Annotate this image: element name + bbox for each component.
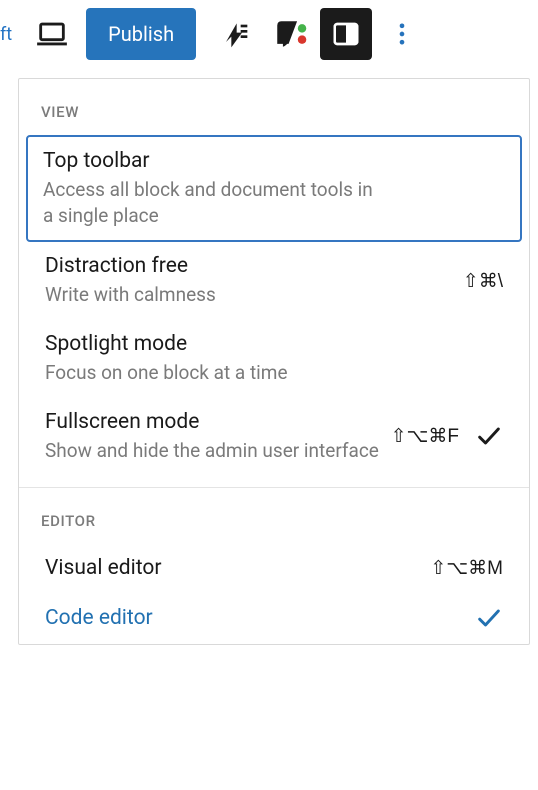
save-draft-link-fragment[interactable]: ft [0, 24, 22, 45]
menu-item-title: Distraction free [45, 254, 216, 278]
laptop-icon [35, 17, 69, 51]
menu-item-fullscreen-mode[interactable]: Fullscreen mode Show and hide the admin … [27, 398, 521, 476]
publish-button[interactable]: Publish [86, 8, 196, 60]
keyboard-shortcut: ⇧⌥⌘M [430, 557, 503, 580]
more-options-button[interactable] [376, 8, 428, 60]
settings-sidebar-toggle[interactable] [320, 8, 372, 60]
check-icon [475, 422, 503, 450]
menu-item-distraction-free[interactable]: Distraction free Write with calmness ⇧⌘\ [27, 242, 521, 320]
yoast-button[interactable] [264, 8, 316, 60]
menu-item-desc: Write with calmness [45, 282, 216, 308]
menu-item-spotlight-mode[interactable]: Spotlight mode Focus on one block at a t… [27, 320, 521, 398]
jetpack-icon [218, 18, 250, 50]
menu-item-code-editor[interactable]: Code editor [27, 592, 521, 644]
yoast-icon [273, 17, 307, 51]
editor-toolbar: ft Publish [0, 0, 538, 78]
preview-device-button[interactable] [26, 8, 78, 60]
sidebar-icon [331, 19, 361, 49]
menu-item-title: Spotlight mode [45, 332, 503, 356]
menu-item-title: Code editor [45, 606, 153, 630]
menu-item-title: Visual editor [45, 556, 161, 580]
menu-item-desc: Focus on one block at a time [45, 360, 385, 386]
menu-item-visual-editor[interactable]: Visual editor ⇧⌥⌘M [27, 544, 521, 592]
keyboard-shortcut: ⇧⌘\ [463, 270, 503, 293]
menu-item-top-toolbar[interactable]: Top toolbar Access all block and documen… [26, 135, 522, 242]
jetpack-button[interactable] [208, 8, 260, 60]
section-header-view: VIEW [19, 79, 529, 135]
menu-item-title: Top toolbar [43, 149, 505, 173]
menu-item-title: Fullscreen mode [45, 410, 379, 434]
section-header-editor: EDITOR [19, 488, 529, 544]
menu-item-desc: Access all block and document tools in a… [43, 177, 383, 228]
menu-item-desc: Show and hide the admin user interface [45, 438, 379, 464]
check-icon [475, 604, 503, 632]
kebab-icon [388, 20, 416, 48]
options-dropdown: VIEW Top toolbar Access all block and do… [18, 78, 530, 645]
keyboard-shortcut: ⇧⌥⌘F [391, 425, 459, 448]
